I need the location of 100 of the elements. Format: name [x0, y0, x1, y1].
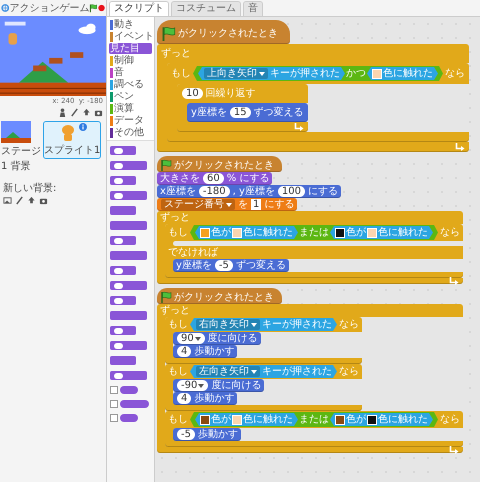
upload-icon[interactable] [27, 196, 36, 205]
command-block[interactable]: -90 度に向ける [173, 379, 264, 392]
category-button[interactable]: 演算 [109, 103, 152, 114]
boolean-block[interactable]: 右向き矢印 キーが押された [190, 318, 337, 331]
if-block[interactable]: もし 色が 色に触れた または 色が 色に触れた なら -5 歩動かす [165, 411, 463, 447]
boolean-block[interactable]: 上向き矢印 キーが押された [198, 67, 345, 80]
sprite-tile[interactable]: スプライト1 [43, 121, 102, 159]
palette-block[interactable] [110, 326, 136, 335]
command-block[interactable]: 4 歩動かす [173, 345, 238, 358]
number-input[interactable]: 4 [177, 393, 192, 404]
figure-icon[interactable] [58, 108, 67, 117]
number-input[interactable]: -90 [177, 380, 208, 391]
loop-arrow-icon [449, 446, 459, 454]
reporter-block[interactable] [120, 400, 149, 408]
landscape-icon[interactable] [3, 196, 12, 205]
color-swatch[interactable] [336, 416, 344, 424]
color-swatch[interactable] [368, 416, 376, 424]
checkbox[interactable] [110, 414, 118, 422]
category-label: ペン [114, 91, 134, 102]
if-block[interactable]: もし 右向き矢印 キーが押された なら 90 度に向ける 4 歩動かす [165, 317, 362, 364]
dropdown-menu[interactable]: ステージ番号 [161, 199, 235, 210]
tab[interactable]: スクリプト [109, 1, 169, 16]
number-input[interactable]: 15 [230, 107, 251, 118]
block-text: もし [168, 227, 188, 238]
number-input[interactable]: 10 [182, 88, 203, 99]
category-button[interactable]: その他 [109, 127, 152, 138]
block-text: 色に触れた [378, 227, 428, 238]
camera-icon[interactable] [94, 108, 103, 117]
number-input[interactable]: 90 [177, 333, 205, 344]
palette-block[interactable] [110, 236, 136, 245]
palette-block[interactable] [110, 146, 136, 155]
category-button[interactable]: データ [109, 115, 152, 126]
palette-block[interactable] [110, 176, 136, 185]
project-title[interactable]: アクションゲーム [9, 1, 90, 15]
loop-block[interactable]: ずっと もし 上向き矢印 キーが押された かつ 色に触れた なら 10 回繰り返す y座標を 15 ずつ変える [157, 44, 469, 152]
block-text: キーが押された [262, 319, 332, 330]
palette-block[interactable] [110, 266, 136, 275]
dropdown-menu[interactable]: 上向き矢印 [204, 68, 268, 79]
palette-block[interactable] [110, 161, 147, 170]
upload-icon[interactable] [82, 108, 91, 117]
if-block[interactable]: もし 上向き矢印 キーが押された かつ 色に触れた なら 10 回繰り返す y座標を 15 ずつ変える [167, 63, 469, 142]
boolean-block[interactable]: 左向き矢印 キーが押された [190, 365, 337, 378]
category-button[interactable]: 音 [109, 67, 152, 78]
category-button[interactable]: 見た目 [109, 43, 152, 54]
number-input[interactable]: -5 [177, 429, 195, 440]
palette-block[interactable] [110, 281, 147, 290]
new-backdrop-label: 新しい背景: [3, 182, 56, 195]
brush-icon[interactable] [15, 196, 24, 205]
if-else-block[interactable]: もし 色が 色に触れた または 色が 色に触れた なら でなければ y座標を -5 ずつ変える [165, 224, 463, 278]
color-swatch[interactable] [201, 416, 209, 424]
palette-block[interactable] [110, 191, 147, 200]
flag-icon[interactable] [89, 2, 98, 14]
dropdown-menu[interactable]: 右向き矢印 [196, 319, 260, 330]
number-input[interactable]: 4 [177, 346, 192, 357]
tab[interactable]: 音 [243, 1, 263, 16]
tab[interactable]: コスチューム [171, 1, 241, 16]
loop-arrow-icon [455, 143, 465, 151]
number-input[interactable]: -180 [198, 186, 230, 197]
command-block[interactable]: 90 度に向ける [173, 332, 261, 345]
command-block[interactable]: -5 歩動かす [173, 428, 241, 441]
category-button[interactable]: ペン [109, 91, 152, 102]
checkbox[interactable] [110, 386, 118, 394]
number-input[interactable]: -5 [214, 260, 233, 271]
boolean-block[interactable]: 上向き矢印 キーが押された かつ 色に触れた [193, 66, 443, 81]
color-swatch[interactable] [233, 228, 241, 236]
category-button[interactable]: 動き [109, 19, 152, 30]
palette-block[interactable] [110, 371, 147, 380]
number-input[interactable]: 60 [203, 173, 224, 184]
if-block[interactable]: もし 左向き矢印 キーが押された なら -90 度に向ける 4 歩動かす [165, 364, 362, 411]
brush-icon[interactable] [70, 108, 79, 117]
reporter-block[interactable] [120, 414, 138, 422]
color-swatch[interactable] [233, 416, 241, 424]
color-swatch[interactable] [373, 70, 381, 78]
number-input[interactable]: 100 [278, 186, 305, 197]
stop-icon[interactable] [98, 3, 105, 13]
category-button[interactable]: 調べる [109, 79, 152, 90]
loop-block[interactable]: ずっと もし 右向き矢印 キーが押された なら 90 度に向ける 4 歩動かす もし 左向き矢印 キーが押された なら -90 度に向ける 4 歩動かす もし 色が 色に触れた または 色が 色に触れた なら -5 歩動かす [157, 304, 463, 453]
command-block[interactable]: y座標を -5 ずつ変える [173, 259, 289, 272]
block-text: なら [440, 227, 460, 238]
color-swatch[interactable] [336, 228, 344, 236]
palette-block[interactable] [110, 341, 147, 350]
camera-icon[interactable] [39, 196, 48, 205]
globe-icon[interactable] [1, 2, 10, 14]
command-block[interactable]: 大きさを 60 % にする [157, 172, 272, 185]
command-block[interactable]: ステージ番号 を 1 にする [157, 198, 298, 211]
loop-block[interactable]: ずっと もし 色が 色に触れた または 色が 色に触れた なら でなければ y座標を -5 ずつ変える [157, 211, 463, 284]
checkbox[interactable] [110, 400, 118, 408]
loop-block[interactable]: 10 回繰り返す y座標を 15 ずつ変える [177, 84, 308, 132]
dropdown-menu[interactable]: 左向き矢印 [196, 366, 260, 377]
command-block[interactable]: y座標を 15 ずつ変える [187, 103, 308, 122]
palette-block[interactable] [110, 296, 136, 305]
text-input[interactable]: 1 [251, 199, 262, 210]
category-button[interactable]: イベント [109, 31, 152, 42]
reporter-block[interactable] [120, 386, 138, 394]
color-swatch[interactable] [368, 228, 376, 236]
category-button[interactable]: 制御 [109, 55, 152, 66]
info-icon[interactable] [78, 123, 87, 131]
color-swatch[interactable] [201, 228, 209, 236]
command-block[interactable]: 4 歩動かす [173, 392, 238, 405]
command-block[interactable]: x座標を -180 , y座標を 100 にする [157, 185, 341, 198]
